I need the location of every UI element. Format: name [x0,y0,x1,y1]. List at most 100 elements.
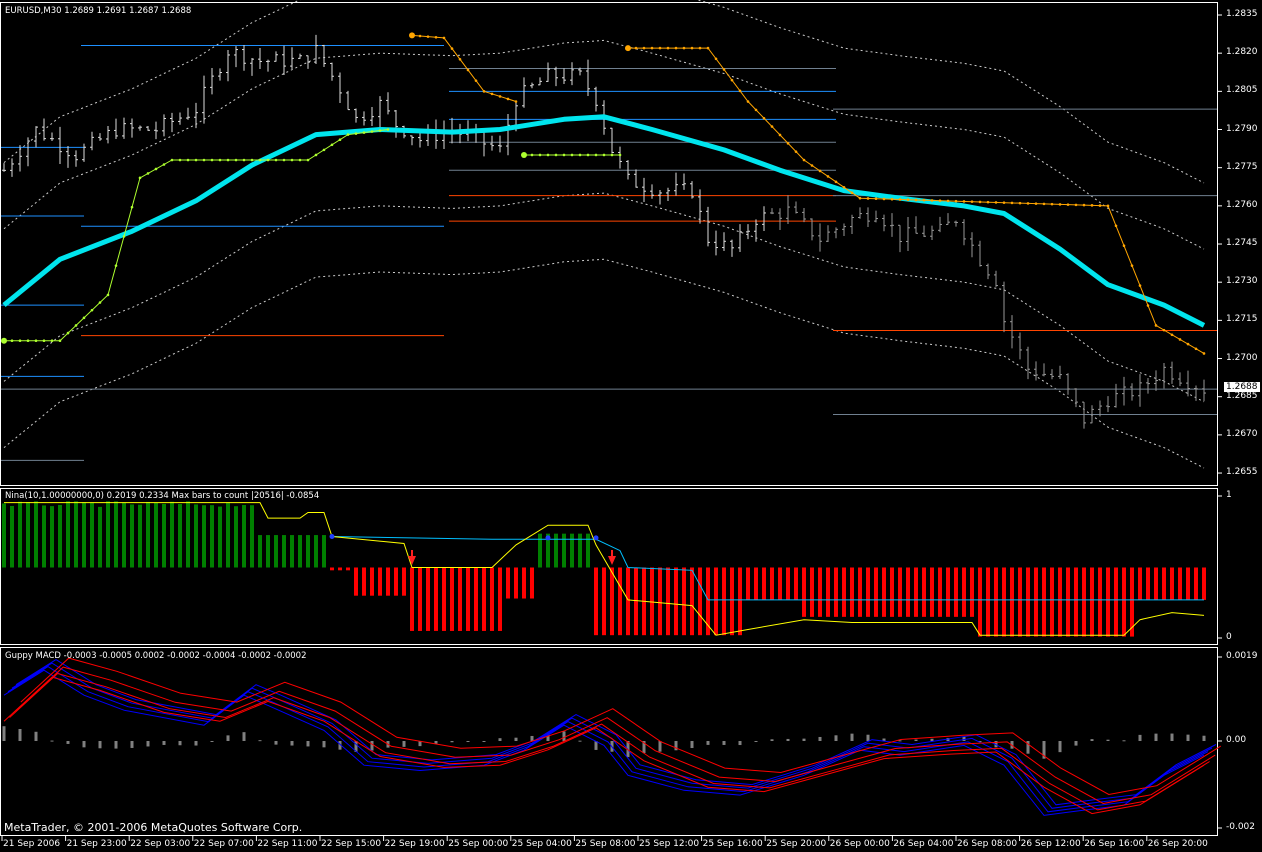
trailing-stop-down-dot [698,46,702,50]
macd-fast-line [3,669,1205,816]
nina-bear-bar [1186,567,1190,600]
macd-histogram-bar [290,741,294,746]
main-panel-frame [0,2,1218,486]
nina-bull-bar [82,502,86,568]
y-axis-label: 1.2760 [1226,199,1258,210]
nina-bear-bar [698,567,702,636]
trailing-stop-down-dot [706,46,710,50]
macd-histogram-bar [258,740,262,742]
nina-bear-bar [858,567,862,617]
trailing-stop-up-dot [338,138,342,141]
x-axis-label: 25 Sep 00:00 [448,839,509,849]
trailing-stop-down-dot [514,100,518,103]
nina-bear-bar [970,567,974,617]
trailing-stop-up-dot [602,153,606,157]
y-axis-label: 1.2730 [1226,276,1258,287]
trailing-stop-down-dot [986,200,990,204]
macd-histogram-bar [866,734,870,741]
trailing-stop-up-dot [58,339,62,343]
trailing-stop-up-dot [50,339,54,343]
trailing-stop-down-dot [650,46,654,50]
nina-bear-bar [786,567,790,600]
x-axis-label: 25 Sep 04:00 [511,839,572,849]
macd-histogram-bar [34,731,38,741]
trailing-stop-down-start-dot [409,32,415,39]
trailing-stop-down-dot [994,201,998,204]
macd-histogram-bar [1154,733,1158,741]
nina-bull-bar [242,504,246,568]
trailing-stop-up-dot [290,158,294,162]
trailing-stop-up-dot [306,158,310,162]
trailing-stop-down-dot [730,78,734,82]
nina-bear-bar [1074,567,1078,637]
nina-bear-bar [674,567,678,636]
guppy-macd-indicator [2,657,1222,816]
macd-histogram-bar [690,741,694,749]
nina-bear-bar [378,567,382,596]
nina-bear-bar [330,567,334,571]
nina-signal-dot [329,533,335,539]
trailing-stop-down-dot [866,197,870,200]
nina-bear-bar [490,567,494,631]
nina-bear-bar [954,567,958,617]
trailing-stop-down-dot [906,198,910,201]
nina-bear-bar [1146,567,1150,600]
trailing-stop-down-dot [890,197,894,201]
nina-bear-bar [362,567,366,596]
trailing-stop-up-dot [322,148,326,152]
trailing-stop-down-dot [1194,347,1198,351]
macd-title: Guppy MACD -0.0003 -0.0005 0.0002 -0.000… [5,651,307,661]
chart-canvas[interactable] [0,0,1262,852]
x-axis-label: 21 Sep 2006 [3,839,61,849]
y-axis-label: 1.2790 [1226,123,1258,134]
trailing-stop-down-dot [1042,202,1046,206]
macd-histogram-bar [82,741,86,748]
nina-bear-bar [522,567,526,599]
nina-bear-bar [770,567,774,600]
nina-bear-bar [418,567,422,631]
trailing-stop-up-dot [170,158,174,162]
macd-histogram-bar [1090,739,1094,741]
y-axis-label: 0.0019 [1226,651,1258,661]
trailing-stop-down-dot [642,46,646,50]
macd-histogram-bar [786,738,790,741]
trailing-stop-down-dot [746,100,750,103]
macd-fast-line [15,659,1217,806]
nina-bear-bar [1066,567,1070,637]
macd-histogram-bar [274,741,278,745]
trailing-stop-up-dot [242,158,246,162]
nina-bear-bar [818,567,822,617]
trailing-stop-down-dot [1162,328,1166,332]
trailing-stop-down-dot [666,46,670,50]
nina-bear-bar [978,567,982,637]
trailing-stop-down-dot [778,133,782,137]
macd-histogram-bar [1106,739,1110,741]
nina-bear-bar [1050,567,1054,637]
nina-bear-bar [810,567,814,617]
nina-bear-bar [474,567,478,631]
trailing-stop-down-dot [458,57,462,61]
trailing-stop-down-dot [810,164,814,167]
macd-histogram-bar [114,741,118,749]
trailing-stop-up-dot [18,339,22,343]
nina-bear-bar [450,567,454,631]
trailing-stop-up-dot [74,324,78,327]
nina-bull-bar [194,504,198,568]
nina-bull-bar [218,506,222,568]
y-axis-label: 1 [1226,490,1232,500]
macd-histogram-bar [1138,734,1142,741]
nina-signal-line [331,536,1204,601]
nina-bear-bar [514,567,518,599]
nina-bear-bar [746,567,750,600]
macd-histogram-bar [450,741,454,743]
nina-bull-bar [58,504,62,568]
trailing-stop-down-dot [482,90,486,93]
trailing-stop-up-dot [42,339,46,343]
nina-bear-bar [1082,567,1086,637]
nina-bear-bar [1178,567,1182,600]
x-axis-label: 25 Sep 16:00 [702,839,763,849]
trailing-stop-up-dot [82,316,86,320]
nina-bear-bar [506,567,510,599]
macd-slow-line [14,666,1216,805]
trailing-stop-up-dot [594,153,598,157]
